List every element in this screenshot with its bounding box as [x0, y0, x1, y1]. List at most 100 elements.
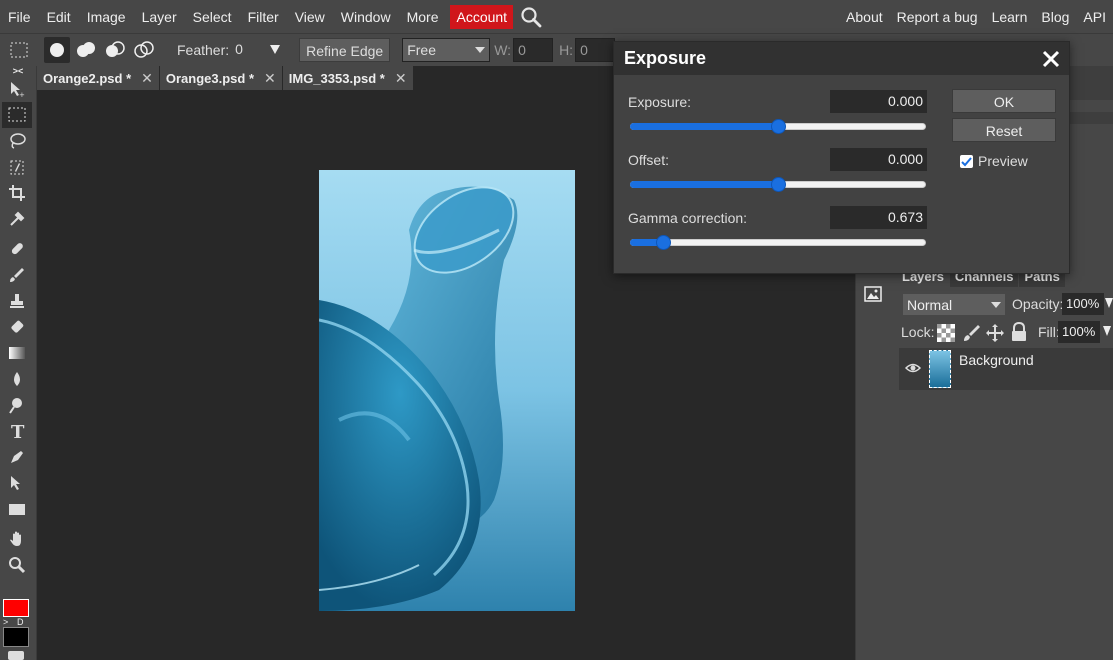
- svg-text:+: +: [19, 91, 25, 98]
- fill-input[interactable]: 100%: [1058, 321, 1100, 343]
- photopea-app: File Edit Image Layer Select Filter View…: [0, 0, 1113, 660]
- checkmark-icon: [961, 156, 972, 166]
- menu-report-bug[interactable]: Report a bug: [890, 0, 985, 33]
- swap-colors-icon[interactable]: >: [3, 617, 8, 627]
- lock-all-icon[interactable]: [1010, 321, 1028, 345]
- menu-api[interactable]: API: [1076, 0, 1113, 33]
- type-icon[interactable]: T: [2, 418, 32, 444]
- gamma-slider[interactable]: [630, 235, 926, 250]
- hand-icon[interactable]: [2, 526, 32, 552]
- eyedropper-icon[interactable]: [2, 206, 32, 232]
- offset-value-input[interactable]: 0.000: [830, 148, 927, 171]
- feather-dropdown-icon[interactable]: [269, 43, 281, 58]
- zoom-icon[interactable]: [2, 552, 32, 578]
- menu-window[interactable]: Window: [333, 0, 399, 33]
- eraser-icon[interactable]: [2, 314, 32, 340]
- close-icon[interactable]: ✕: [264, 70, 276, 87]
- background-color-swatch[interactable]: [3, 627, 29, 647]
- document-image[interactable]: [319, 170, 575, 611]
- marquee-rect-icon[interactable]: [6, 37, 32, 63]
- marquee-icon[interactable]: [2, 102, 32, 128]
- image-panel-icon[interactable]: [864, 286, 882, 305]
- close-icon[interactable]: ✕: [141, 70, 153, 87]
- toolbar-collapse-icon[interactable]: ><: [0, 66, 36, 76]
- fill-label: Fill:: [1038, 324, 1060, 340]
- blur-icon[interactable]: [2, 366, 32, 392]
- foreground-color-swatch[interactable]: [3, 599, 29, 617]
- gamma-value-input[interactable]: 0.673: [830, 206, 927, 229]
- menu-file[interactable]: File: [0, 0, 39, 33]
- height-label: H:: [559, 42, 574, 58]
- menu-select[interactable]: Select: [185, 0, 240, 33]
- crop-icon[interactable]: [2, 180, 32, 206]
- chevron-down-icon: [475, 47, 486, 53]
- quick-mask-icon[interactable]: [8, 651, 24, 660]
- account-button[interactable]: Account: [450, 4, 514, 29]
- menu-learn[interactable]: Learn: [985, 0, 1035, 33]
- selection-intersect-icon[interactable]: [131, 37, 157, 63]
- lock-transparency-icon[interactable]: [937, 324, 955, 345]
- selection-subtract-icon[interactable]: [102, 37, 128, 63]
- offset-label: Offset:: [628, 152, 669, 168]
- reset-button[interactable]: Reset: [952, 118, 1056, 142]
- lock-position-icon[interactable]: [985, 323, 1005, 346]
- feather-input[interactable]: 0 px: [231, 38, 266, 79]
- layer-row-background[interactable]: Background: [899, 348, 1113, 390]
- opacity-input[interactable]: 100%: [1062, 293, 1104, 315]
- preview-checkbox[interactable]: [960, 154, 973, 168]
- menu-more[interactable]: More: [399, 0, 447, 33]
- exposure-label: Exposure:: [628, 94, 692, 110]
- selection-add-icon[interactable]: [73, 37, 99, 63]
- lasso-icon[interactable]: [2, 128, 32, 154]
- layer-thumbnail: [929, 350, 951, 388]
- blend-mode-select[interactable]: Normal: [903, 294, 1005, 315]
- width-input[interactable]: 0: [513, 38, 554, 62]
- path-select-icon[interactable]: [2, 470, 32, 496]
- menu-layer[interactable]: Layer: [134, 0, 185, 33]
- preview-checkbox-row[interactable]: Preview: [960, 153, 1028, 169]
- lock-pixels-icon[interactable]: [962, 323, 982, 346]
- dodge-icon[interactable]: [2, 392, 32, 418]
- selection-mode-select[interactable]: Free: [402, 38, 491, 62]
- selection-new-icon[interactable]: [44, 37, 70, 63]
- default-colors-button[interactable]: D: [17, 617, 24, 627]
- layer-name: Background: [959, 352, 1034, 368]
- dialog-titlebar[interactable]: Exposure: [614, 42, 1069, 75]
- document-tabs: Orange2.psd * ✕ Orange3.psd * ✕ IMG_3353.p…: [37, 66, 414, 90]
- tab-orange3[interactable]: Orange3.psd * ✕: [159, 66, 283, 90]
- opacity-label: Opacity:: [1012, 296, 1064, 312]
- pen-icon[interactable]: [2, 444, 32, 470]
- tab-orange2[interactable]: Orange2.psd * ✕: [37, 66, 160, 90]
- height-input[interactable]: 0: [575, 38, 616, 62]
- exposure-slider[interactable]: [630, 119, 926, 134]
- eye-icon[interactable]: [904, 362, 922, 377]
- move-icon[interactable]: +: [2, 76, 32, 102]
- opacity-dropdown-icon[interactable]: [1105, 296, 1113, 313]
- lock-label: Lock:: [901, 324, 935, 340]
- stamp-icon[interactable]: [2, 288, 32, 314]
- fill-dropdown-icon[interactable]: [1103, 324, 1111, 341]
- menu-edit[interactable]: Edit: [39, 0, 79, 33]
- search-icon[interactable]: [519, 5, 543, 29]
- close-icon[interactable]: [1039, 47, 1063, 71]
- shape-icon[interactable]: [2, 496, 32, 522]
- tab-img-3353[interactable]: IMG_3353.psd * ✕: [282, 66, 414, 90]
- menu-filter[interactable]: Filter: [240, 0, 287, 33]
- gradient-icon[interactable]: [2, 340, 32, 366]
- brush-icon[interactable]: [2, 262, 32, 288]
- menu-blog[interactable]: Blog: [1034, 0, 1076, 33]
- magic-wand-icon[interactable]: [2, 154, 32, 180]
- close-icon[interactable]: ✕: [395, 70, 407, 87]
- menu-about[interactable]: About: [839, 0, 890, 33]
- healing-icon[interactable]: [2, 236, 32, 262]
- ok-button[interactable]: OK: [952, 89, 1056, 113]
- feather-label: Feather:: [177, 42, 230, 58]
- svg-text:T: T: [11, 422, 25, 440]
- offset-slider[interactable]: [630, 177, 926, 192]
- menu-view[interactable]: View: [287, 0, 333, 33]
- refine-edge-button[interactable]: Refine Edge: [299, 38, 391, 62]
- menu-image[interactable]: Image: [79, 0, 134, 33]
- gamma-label: Gamma correction:: [628, 210, 748, 226]
- exposure-value-input[interactable]: 0.000: [830, 90, 927, 113]
- preview-label: Preview: [978, 153, 1028, 169]
